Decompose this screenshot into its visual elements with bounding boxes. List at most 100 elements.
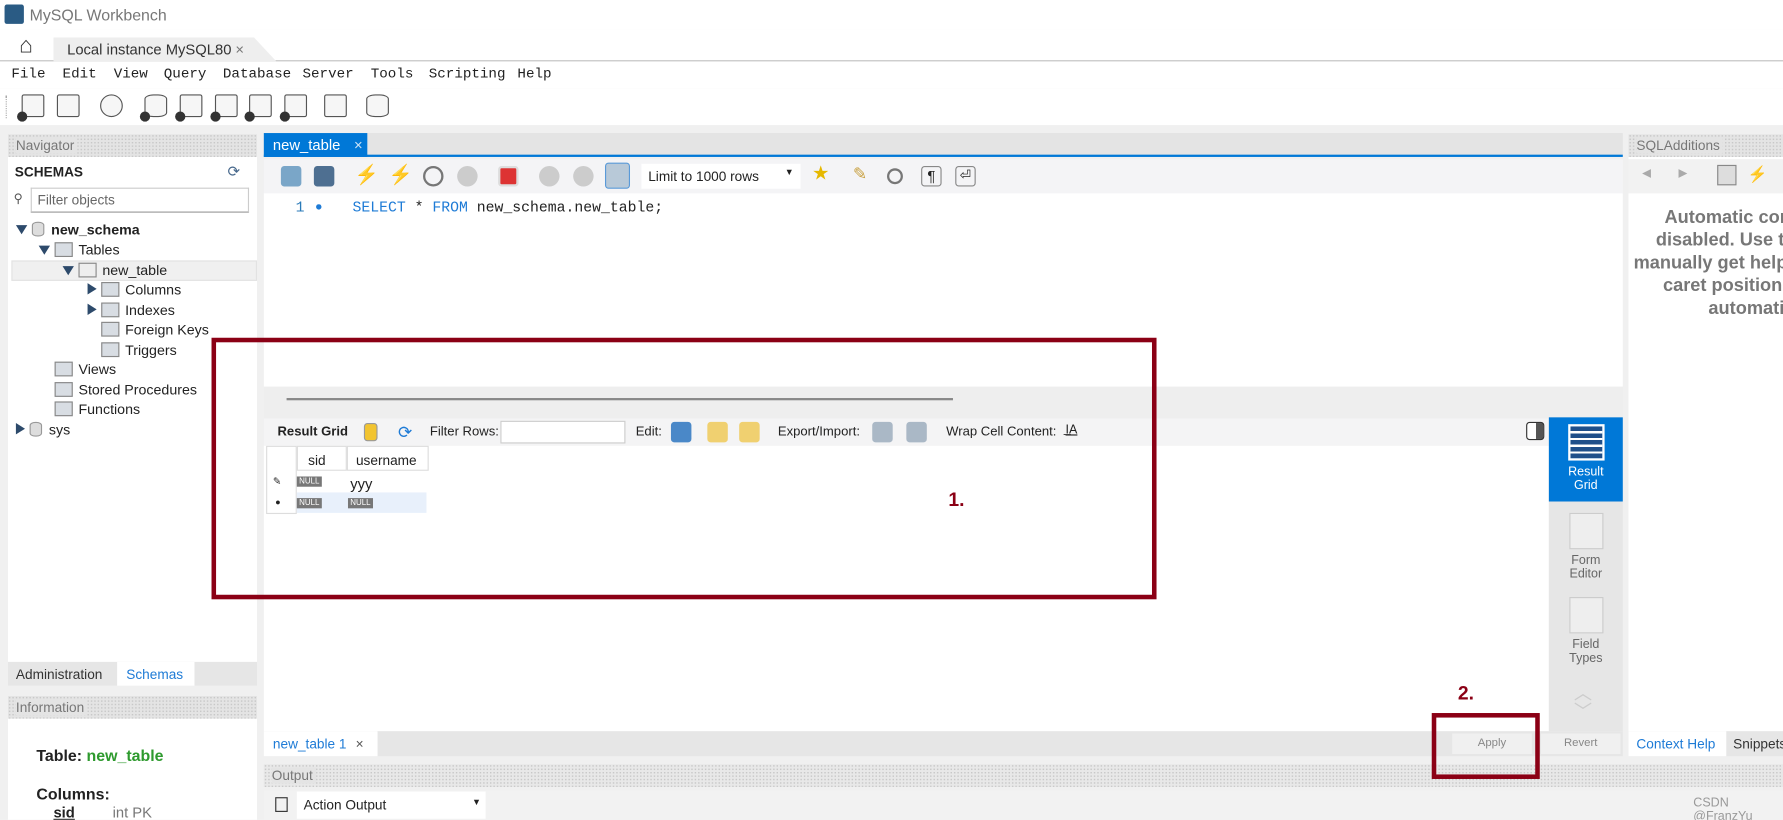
tab-snippets[interactable]: Snippets	[1733, 736, 1783, 752]
folder-icon	[54, 242, 73, 258]
side-form-editor[interactable]: Form Editor	[1549, 508, 1623, 599]
new-sql-tab-icon[interactable]	[17, 94, 45, 122]
auto-help-icon[interactable]: ⚡	[1748, 165, 1768, 184]
create-schema-icon[interactable]	[139, 94, 168, 122]
home-icon[interactable]: ⌂	[11, 34, 41, 59]
result-tab-new-table-1[interactable]: new_table 1 ×	[263, 731, 378, 757]
add-snippet-icon[interactable]: ★	[812, 163, 832, 185]
sql-additions-panel: SQLAdditions ◀ ▶ ⚡ Automatic context hel…	[1628, 134, 1783, 732]
tree-foreign-keys[interactable]: Foreign Keys	[101, 321, 209, 341]
window-title: MySQL Workbench	[29, 5, 167, 24]
tree-schema-new-schema[interactable]: new_schema	[15, 221, 140, 241]
annotation-box-2	[1431, 713, 1540, 779]
output-type-select[interactable]: Action Output ▼	[296, 791, 486, 819]
open-sql-script-icon[interactable]	[56, 94, 80, 118]
sql-additions-tabs: Context Help Snippets	[1628, 731, 1783, 757]
side-field-types[interactable]: Field Types	[1549, 592, 1623, 683]
tree-indexes[interactable]: Indexes	[87, 302, 175, 321]
result-tab-bar: new_table 1 × Apply Revert	[263, 731, 1623, 757]
navigator-tabs: Administration Schemas	[7, 661, 258, 686]
tree-columns[interactable]: Columns	[87, 282, 181, 301]
tree-stored-procedures[interactable]: Stored Procedures	[54, 382, 197, 401]
save-icon[interactable]	[313, 166, 335, 187]
sql-additions-header: SQLAdditions	[1628, 134, 1783, 157]
form-icon	[1568, 512, 1603, 550]
filter-objects-input[interactable]: Filter objects	[30, 187, 250, 213]
side-result-grid[interactable]: Result Grid	[1548, 417, 1623, 502]
tree-functions[interactable]: Functions	[54, 401, 140, 420]
commit-icon[interactable]	[539, 166, 560, 187]
forward-icon[interactable]: ▶	[1679, 167, 1688, 180]
tab-schemas[interactable]: Schemas	[117, 661, 195, 686]
word-wrap-icon[interactable]: ⏎	[955, 166, 976, 187]
menu-server[interactable]: Server	[302, 66, 353, 82]
close-icon[interactable]: ×	[354, 136, 363, 153]
schemas-title: SCHEMAS	[14, 163, 84, 180]
sql-additions-toolbar: ◀ ▶ ⚡	[1628, 159, 1783, 194]
menu-database[interactable]: Database	[223, 66, 291, 82]
toggle-error-stop-icon[interactable]	[498, 166, 519, 187]
tree-table-new-table[interactable]: new_table	[11, 260, 258, 281]
open-file-icon[interactable]	[280, 166, 302, 187]
editor-tab-new-table[interactable]: new_table ×	[263, 133, 368, 157]
beautify-icon[interactable]: ✎	[853, 164, 873, 184]
tab-administration[interactable]: Administration	[8, 662, 117, 686]
close-icon[interactable]: ×	[235, 41, 244, 58]
inspector-icon[interactable]	[100, 94, 123, 118]
revert-button[interactable]: Revert	[1540, 733, 1621, 754]
manual-help-icon[interactable]	[1717, 164, 1737, 186]
back-icon[interactable]: ◀	[1642, 167, 1651, 180]
menu-edit[interactable]: Edit	[63, 66, 97, 82]
copy-icon[interactable]	[275, 797, 288, 812]
tree-schema-sys[interactable]: sys	[15, 421, 70, 441]
menu-tools[interactable]: Tools	[371, 66, 414, 82]
stop-icon[interactable]	[457, 166, 478, 187]
explain-icon[interactable]	[423, 166, 444, 187]
toggle-sidebar-icon[interactable]	[1526, 421, 1545, 441]
information-header: Information	[7, 695, 258, 719]
separator	[5, 95, 7, 119]
statement-marker-icon: ●	[315, 200, 323, 214]
scroll-arrows-icon[interactable]: ︿ ﹀	[1574, 685, 1592, 722]
field-types-icon	[1568, 597, 1603, 634]
menu-help[interactable]: Help	[517, 66, 551, 82]
procedures-icon	[54, 382, 73, 397]
create-view-icon[interactable]	[210, 94, 238, 122]
database-icon	[31, 221, 45, 237]
execute-icon[interactable]: ⚡	[355, 164, 379, 186]
tree-views[interactable]: Views	[54, 361, 116, 381]
info-column-name: sid	[53, 804, 75, 820]
execute-current-icon[interactable]: ⚡	[389, 164, 413, 186]
menu-scripting[interactable]: Scripting	[429, 66, 506, 82]
find-icon[interactable]	[887, 168, 903, 185]
create-table-icon[interactable]	[175, 94, 203, 122]
tab-context-help[interactable]: Context Help	[1628, 731, 1727, 757]
limit-rows-select[interactable]: Limit to 1000 rows ▼	[641, 163, 801, 189]
reconnect-icon[interactable]	[366, 94, 389, 118]
tree-tables[interactable]: Tables	[38, 242, 120, 261]
rollback-icon[interactable]	[573, 166, 594, 187]
annotation-box-1	[211, 337, 1157, 600]
connection-tab[interactable]: Local instance MySQL80 ×	[53, 37, 277, 62]
menu-query[interactable]: Query	[164, 66, 207, 82]
menu-bar: File Edit View Query Database Server Too…	[0, 61, 1783, 89]
watermark: CSDN @FranzYu_	[1693, 796, 1760, 820]
refresh-icon[interactable]: ⟳	[227, 163, 239, 181]
tree-triggers[interactable]: Triggers	[101, 342, 177, 361]
chevron-down-icon: ▼	[784, 167, 794, 178]
create-function-icon[interactable]	[279, 94, 308, 122]
search-table-data-icon[interactable]	[324, 94, 347, 118]
invisible-chars-icon[interactable]: ¶	[921, 166, 942, 187]
close-icon[interactable]: ×	[356, 736, 364, 752]
information-panel: Table: new_table Columns: sid int PK	[7, 718, 258, 820]
views-icon	[54, 361, 73, 377]
menu-view[interactable]: View	[114, 66, 148, 82]
create-procedure-icon[interactable]	[244, 94, 272, 122]
autocommit-icon[interactable]	[604, 162, 631, 189]
info-columns-label: Columns:	[36, 784, 110, 803]
functions-icon	[54, 401, 73, 417]
editor-toolbar: ⚡ ⚡ Limit to 1000 rows ▼ ★ ✎ ¶ ⏎	[263, 159, 1623, 194]
menu-file[interactable]: File	[11, 66, 45, 82]
columns-icon	[101, 282, 120, 297]
grid-icon	[1567, 424, 1605, 461]
